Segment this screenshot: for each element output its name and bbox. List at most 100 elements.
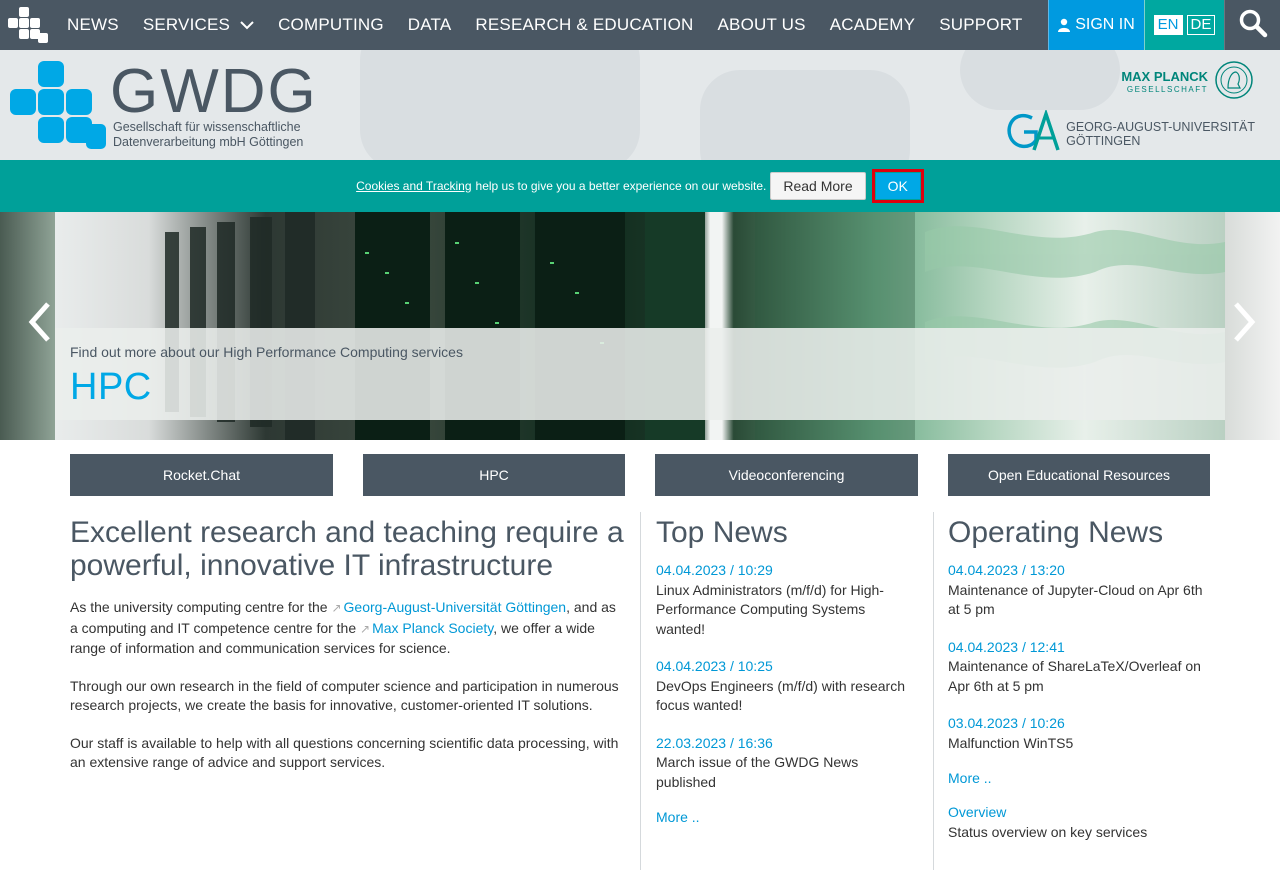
sign-in-button[interactable]: SIGN IN xyxy=(1048,0,1144,50)
logo-sub-line1: Gesellschaft für wissenschaftliche xyxy=(113,120,301,134)
news-item: 04.04.2023 / 10:25 DevOps Engineers (m/f… xyxy=(656,657,918,716)
intro-paragraph-3: Our staff is available to help with all … xyxy=(70,734,619,771)
nav-research-label: RESEARCH & EDUCATION xyxy=(475,15,694,34)
news-item: 22.03.2023 / 16:36 March issue of the GW… xyxy=(656,734,918,793)
news-item: 04.04.2023 / 10:29 Linux Administrators … xyxy=(656,561,918,639)
lang-en-button[interactable]: EN xyxy=(1153,15,1183,35)
overview-text: Status overview on key services xyxy=(948,823,1148,840)
news-text: DevOps Engineers (m/f/d) with research f… xyxy=(656,677,905,714)
uni-goettingen-logo[interactable]: GEORG-AUGUST-UNIVERSITÄT GÖTTINGEN xyxy=(1006,108,1255,157)
link-mpg-label: Max Planck Society xyxy=(372,619,494,636)
nav-news[interactable]: NEWS xyxy=(55,0,131,50)
nav-support[interactable]: SUPPORT xyxy=(927,0,1034,50)
nav-data[interactable]: DATA xyxy=(396,0,464,50)
ga-logo-icon xyxy=(1006,108,1060,157)
overview-link[interactable]: Overview xyxy=(948,803,1213,823)
news-item: 04.04.2023 / 13:20 Maintenance of Jupyte… xyxy=(948,561,1213,620)
nav-computing[interactable]: COMPUTING xyxy=(266,0,396,50)
chevron-down-icon xyxy=(240,15,254,35)
cookies-tracking-link[interactable]: Cookies and Tracking xyxy=(356,179,471,193)
news-item: 04.04.2023 / 12:41 Maintenance of ShareL… xyxy=(948,638,1213,697)
logo-sub-line2: Datenverarbeitung mbH Göttingen xyxy=(113,135,304,149)
cookie-banner: Cookies and Tracking help us to give you… xyxy=(0,160,1280,212)
goe-line2: GÖTTINGEN xyxy=(1066,133,1141,148)
cookie-text: help us to give you a better experience … xyxy=(475,179,767,193)
user-icon xyxy=(1058,18,1071,32)
gwdg-logo-subtitle: Gesellschaft für wissenschaftliche Daten… xyxy=(113,120,303,150)
news-date-link[interactable]: 04.04.2023 / 12:41 xyxy=(948,638,1213,658)
lang-de-button[interactable]: DE xyxy=(1186,15,1216,35)
intro-section: Excellent research and teaching require … xyxy=(70,516,625,773)
news-text: Linux Administrators (m/f/d) for High-Pe… xyxy=(656,581,884,637)
nav-academy-label: ACADEMY xyxy=(829,15,916,34)
top-news-heading: Top News xyxy=(656,516,788,549)
news-date-link[interactable]: 04.04.2023 / 13:20 xyxy=(948,561,1213,581)
link-max-planck-society[interactable]: ↗ Max Planck Society xyxy=(360,620,493,636)
news-item: 03.04.2023 / 10:26 Malfunction WinTS5 xyxy=(948,714,1213,753)
quicklink-videoconferencing[interactable]: Videoconferencing xyxy=(655,454,918,496)
site-header: GWDG Gesellschaft für wissenschaftliche … xyxy=(0,50,1280,160)
news-text: Maintenance of Jupyter-Cloud on Apr 6th … xyxy=(948,581,1203,618)
nav-about-us[interactable]: ABOUT US xyxy=(706,0,818,50)
hero-caption[interactable]: Find out more about our High Performance… xyxy=(55,328,1225,420)
nav-services[interactable]: SERVICES xyxy=(131,0,266,50)
quicklink-rocket-chat[interactable]: Rocket.Chat xyxy=(70,454,333,496)
news-text: March issue of the GWDG News published xyxy=(656,754,859,790)
minerva-seal-icon xyxy=(1214,60,1254,105)
hero-subtitle: Find out more about our High Performance… xyxy=(70,344,463,360)
gwdg-logo-text: GWDG xyxy=(110,58,318,126)
news-date-link[interactable]: 04.04.2023 / 10:29 xyxy=(656,561,918,581)
quicklink-open-educational-resources[interactable]: Open Educational Resources xyxy=(948,454,1210,496)
external-link-icon: ↗ xyxy=(360,621,371,636)
carousel-prev-arrow-icon[interactable] xyxy=(24,300,56,349)
column-divider xyxy=(933,512,934,870)
nav-computing-label: COMPUTING xyxy=(278,15,384,34)
nav-academy[interactable]: ACADEMY xyxy=(818,0,927,50)
search-button[interactable] xyxy=(1224,0,1280,50)
column-divider xyxy=(640,512,641,870)
ok-button[interactable]: OK xyxy=(875,173,920,199)
news-date-link[interactable]: 03.04.2023 / 10:26 xyxy=(948,714,1213,734)
nav-support-label: SUPPORT xyxy=(939,15,1023,34)
intro-paragraph-1: As the university computing centre for t… xyxy=(70,598,625,659)
news-date-link[interactable]: 22.03.2023 / 16:36 xyxy=(656,734,918,754)
intro-heading: Excellent research and teaching require … xyxy=(70,516,624,582)
nav-about-label: ABOUT US xyxy=(717,15,806,34)
language-switcher: EN DE xyxy=(1144,0,1224,50)
operating-news-more-link[interactable]: More .. xyxy=(948,770,1213,786)
mpg-sub: GESELLSCHAFT xyxy=(1126,84,1208,94)
nav-research-education[interactable]: RESEARCH & EDUCATION xyxy=(463,0,705,50)
operating-news-section: Operating News 04.04.2023 / 13:20 Mainte… xyxy=(948,516,1213,842)
read-more-button[interactable]: Read More xyxy=(770,172,866,200)
mpg-name: MAX PLANCK xyxy=(1121,68,1208,84)
hero-title: HPC xyxy=(70,366,152,408)
external-link-icon: ↗ xyxy=(331,601,342,615)
link-uni-goettingen[interactable]: ↗ Georg-August-Universität Göttingen xyxy=(331,599,566,615)
nav-news-label: NEWS xyxy=(67,15,119,34)
search-icon xyxy=(1238,8,1268,43)
max-planck-logo[interactable]: MAX PLANCK GESELLSCHAFT xyxy=(1121,60,1254,105)
home-logo-icon[interactable] xyxy=(0,0,55,50)
intro-paragraph-2: Through our own research in the field of… xyxy=(70,677,619,714)
carousel-next-arrow-icon[interactable] xyxy=(1228,300,1260,349)
top-navbar: NEWS SERVICES COMPUTING DATA RESEARCH & … xyxy=(0,0,1280,50)
header-bg-shape xyxy=(960,50,1120,110)
top-news-more-link[interactable]: More .. xyxy=(656,809,918,825)
nav-services-label: SERVICES xyxy=(142,15,231,34)
header-bg-shape xyxy=(700,70,910,160)
sign-in-label: SIGN IN xyxy=(1075,16,1135,33)
goe-line1: GEORG-AUGUST-UNIVERSITÄT xyxy=(1066,119,1255,134)
quicklink-hpc[interactable]: HPC xyxy=(363,454,625,496)
news-text: Maintenance of ShareLaTeX/Overleaf on Ap… xyxy=(948,658,1201,694)
operating-news-heading: Operating News xyxy=(948,516,1164,549)
status-overview-item: Overview Status overview on key services xyxy=(948,803,1213,842)
hero-carousel: Find out more about our High Performance… xyxy=(0,212,1280,440)
top-news-section: Top News 04.04.2023 / 10:29 Linux Admini… xyxy=(656,516,918,825)
nav-data-label: DATA xyxy=(407,15,452,34)
intro-text: As the university computing centre for t… xyxy=(70,599,332,615)
news-date-link[interactable]: 04.04.2023 / 10:25 xyxy=(656,657,918,677)
news-text: Malfunction WinTS5 xyxy=(948,734,1074,751)
link-uni-goettingen-label: Georg-August-Universität Göttingen xyxy=(343,599,567,615)
ok-button-highlight: OK xyxy=(871,169,924,203)
header-bg-shape xyxy=(360,50,640,160)
